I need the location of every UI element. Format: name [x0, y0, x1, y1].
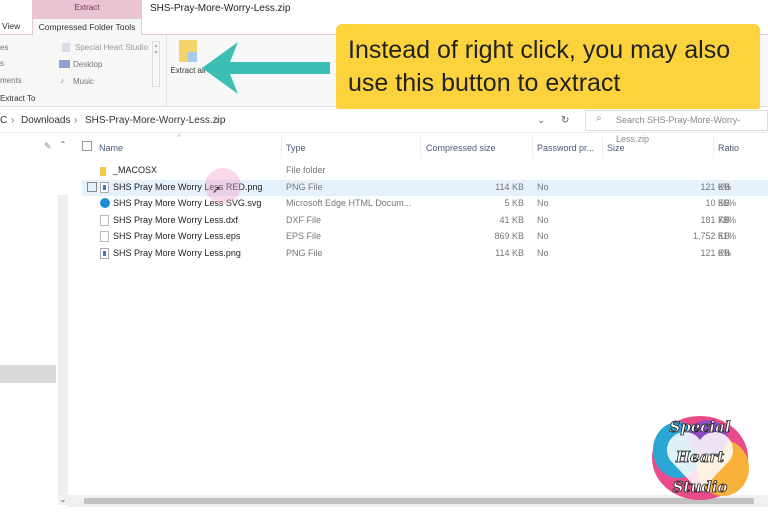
sort-ascending-icon: ^: [177, 133, 181, 142]
file-row[interactable]: SHS Pray More Worry Less.eps EPS File 869 …: [82, 229, 768, 245]
svg-text:Heart: Heart: [675, 448, 724, 466]
breadcrumb-zip[interactable]: SHS-Pray-More-Worry-Less.zip: [85, 115, 225, 126]
divider: [166, 35, 167, 107]
file-type: PNG File: [286, 248, 323, 258]
divider: [602, 136, 603, 158]
column-header-compressed-size[interactable]: Compressed size: [426, 143, 496, 153]
group-label-extract-to: Extract To: [0, 94, 36, 103]
scroll-up-icon[interactable]: ⌃: [58, 140, 68, 195]
file-row[interactable]: SHS Pray More Worry Less.dxf DXF File 41 K…: [82, 213, 768, 229]
click-highlight: [205, 168, 241, 204]
search-icon: ⌕: [596, 113, 602, 124]
compressed-size: 114 KB: [495, 181, 524, 192]
context-tab-extract[interactable]: Extract: [32, 0, 142, 18]
compressed-size: 5 KB: [504, 198, 524, 209]
password-protected: No: [537, 248, 549, 258]
breadcrumb-downloads[interactable]: Downloads: [21, 115, 70, 126]
file-name: SHS Pray More Worry Less.dxf: [113, 214, 238, 225]
compressed-size: 114 KB: [495, 248, 524, 258]
file-icon: [100, 214, 109, 226]
divider: [532, 136, 533, 158]
edge-icon: [100, 198, 110, 209]
column-header-name[interactable]: Name: [99, 143, 123, 153]
ratio: 78%: [718, 214, 737, 225]
file-type: Microsoft Edge HTML Docum...: [286, 198, 412, 209]
navigation-pane[interactable]: [0, 133, 58, 495]
password-protected: No: [537, 214, 549, 225]
compressed-size: 869 KB: [494, 231, 524, 242]
callout-annotation: Instead of right click, you may also use…: [336, 24, 760, 112]
select-all-checkbox[interactable]: [82, 141, 92, 151]
file-name: SHS Pray More Worry Less SVG.svg: [113, 198, 262, 209]
folder-icon: [62, 43, 70, 52]
tab-view[interactable]: View: [2, 18, 20, 35]
column-header-size[interactable]: Size: [607, 143, 625, 153]
file-row[interactable]: SHS Pray More Worry Less RED.png PNG File…: [82, 179, 768, 196]
destination-item[interactable]: s: [0, 59, 4, 68]
divider: [713, 136, 714, 158]
address-dropdown-icon[interactable]: ⌄: [537, 115, 545, 126]
tab-compressed-folder-tools[interactable]: Compressed Folder Tools: [32, 18, 142, 35]
music-icon: ♪: [60, 76, 64, 85]
window-title: SHS-Pray-More-Worry-Less.zip: [150, 3, 291, 14]
file-icon: [100, 231, 109, 243]
file-name: SHS Pray More Worry Less.eps: [113, 231, 241, 242]
file-row[interactable]: SHS Pray More Worry Less SVG.svg Microsof…: [82, 196, 768, 212]
destination-special-heart-studio[interactable]: Special Heart Studio: [75, 43, 148, 52]
file-name: _MACOSX: [113, 165, 158, 175]
desktop-icon: [59, 60, 70, 68]
zip-folder-icon: [179, 40, 197, 62]
ratio: 6%: [718, 248, 732, 258]
ratio: 6%: [718, 181, 732, 192]
ratio: 51%: [718, 231, 737, 242]
password-protected: No: [537, 231, 549, 242]
gallery-scroll[interactable]: ▴ ▾: [152, 41, 160, 87]
mouse-cursor-icon: ➚: [212, 184, 222, 196]
file-name: SHS Pray More Worry Less.png: [113, 248, 241, 258]
destination-item[interactable]: ments: [0, 76, 22, 85]
file-type: PNG File: [286, 181, 323, 192]
file-row[interactable]: SHS Pray More Worry Less.png PNG File 114 …: [82, 246, 768, 262]
destination-item[interactable]: es: [0, 43, 8, 52]
nav-selected-item[interactable]: [0, 365, 56, 383]
compressed-size: 41 KB: [499, 214, 524, 225]
file-row[interactable]: _MACOSX File folder: [82, 163, 768, 179]
divider: [420, 136, 421, 158]
special-heart-studio-logo: Special Heart Studio: [652, 416, 749, 500]
folder-icon: [100, 167, 106, 176]
svg-text:Studio: Studio: [673, 478, 728, 496]
chevron-right-icon: ›: [74, 115, 78, 126]
file-type: EPS File: [286, 231, 322, 242]
search-input[interactable]: Search SHS-Pray-More-Worry-Less.zip: [585, 110, 768, 144]
image-file-icon: [100, 248, 109, 259]
divider: [281, 136, 282, 158]
destination-music[interactable]: Music: [73, 77, 94, 86]
pin-icon[interactable]: ✎: [44, 141, 52, 152]
column-header-type[interactable]: Type: [286, 143, 306, 153]
row-checkbox[interactable]: [87, 181, 97, 192]
column-header-password[interactable]: Password pr...: [537, 143, 594, 153]
password-protected: No: [537, 181, 549, 192]
arrow-annotation: [202, 42, 330, 94]
svg-text:Special: Special: [669, 418, 730, 436]
image-file-icon: [100, 181, 109, 193]
password-protected: No: [537, 198, 549, 209]
file-type: DXF File: [286, 214, 322, 225]
refresh-icon[interactable]: ↻: [561, 115, 569, 126]
column-header-ratio[interactable]: Ratio: [718, 143, 739, 153]
file-type: File folder: [286, 165, 326, 175]
ratio: 56%: [718, 198, 737, 209]
chevron-right-icon: ›: [216, 115, 220, 126]
destination-desktop[interactable]: Desktop: [73, 60, 102, 69]
breadcrumb-pc[interactable]: C: [0, 115, 7, 126]
chevron-right-icon: ›: [11, 115, 15, 126]
scroll-down-icon[interactable]: ⌄: [58, 495, 68, 504]
